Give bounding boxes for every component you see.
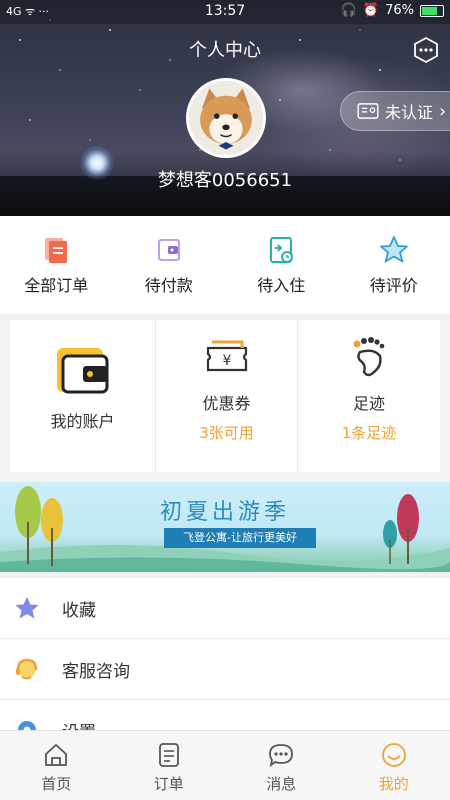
- wallet-icon: [157, 239, 180, 261]
- banner-title: 初夏出游季: [159, 500, 290, 525]
- bottom-tab-bar: 首页 订单 消息 我的: [0, 730, 450, 800]
- more-button[interactable]: [412, 36, 440, 64]
- coupons-button[interactable]: ¥ 优惠券 3张可用: [156, 320, 298, 472]
- headset-icon: [16, 658, 38, 680]
- order-pending-payment-label: 待付款: [144, 276, 193, 295]
- customer-service-label: 客服咨询: [62, 661, 130, 682]
- order-pending-review-label: 待评价: [369, 276, 418, 295]
- profile-page: 4G ᯤ ··· 13:57 🎧 ⏰ 76% 个人中心 未认证 › 梦想客005…: [0, 0, 450, 800]
- profile-header: 4G ᯤ ··· 13:57 🎧 ⏰ 76% 个人中心 未认证 › 梦想客005…: [0, 0, 450, 216]
- tab-home[interactable]: 首页: [0, 731, 113, 800]
- promo-banner[interactable]: 初夏出游季: [0, 482, 450, 572]
- banner-tagline: 飞登公寓-让旅行更美好: [164, 528, 316, 548]
- status-bar: 4G ᯤ ··· 13:57 🎧 ⏰ 76%: [0, 0, 450, 24]
- order-pending-payment-button[interactable]: 待付款: [113, 216, 226, 314]
- order-pending-review-button[interactable]: 待评价: [338, 216, 450, 314]
- svg-text:¥: ¥: [222, 353, 231, 369]
- message-icon: [269, 744, 294, 768]
- tab-mine-label: 我的: [378, 775, 409, 793]
- star-outline-icon: [379, 236, 408, 263]
- home-icon: [45, 744, 68, 766]
- tab-messages[interactable]: 消息: [225, 731, 338, 800]
- hexagon-more-icon: [414, 36, 438, 64]
- footprint-label: 足迹: [352, 394, 385, 413]
- battery-percent: 76%: [385, 3, 414, 18]
- order-pending-checkin-button[interactable]: 待入住: [225, 216, 338, 314]
- checkin-icon: [270, 237, 294, 263]
- order-icon: [158, 743, 179, 767]
- coupons-count: 3张可用: [199, 424, 254, 442]
- tab-messages-label: 消息: [266, 775, 297, 793]
- account-wallet-icon: [56, 348, 108, 394]
- order-all-label: 全部订单: [24, 276, 89, 295]
- favorites-label: 收藏: [62, 600, 96, 621]
- battery-icon: [420, 4, 444, 17]
- username: 梦想客0056651: [157, 170, 293, 191]
- footprint-button[interactable]: 足迹 1条足迹: [298, 320, 440, 472]
- coupons-label: 优惠券: [202, 394, 251, 413]
- order-shortcuts: 全部订单 待付款 待入住 待评价: [0, 216, 450, 314]
- alarm-icon: ⏰: [362, 3, 380, 18]
- coupon-ticket-icon: ¥: [206, 340, 247, 372]
- chevron-right-icon: ›: [439, 100, 447, 122]
- document-icon: [45, 238, 68, 263]
- page-title: 个人中心: [189, 40, 261, 61]
- order-all-button[interactable]: 全部订单: [0, 216, 113, 314]
- list-item-favorites[interactable]: 收藏: [0, 578, 450, 639]
- shiba-dog-avatar-icon: [189, 81, 263, 155]
- verify-label: 未认证: [385, 103, 434, 122]
- avatar[interactable]: [186, 78, 266, 158]
- smile-icon: [381, 743, 406, 767]
- verify-status-button[interactable]: 未认证 ›: [340, 91, 450, 131]
- my-account-label: 我的账户: [50, 412, 115, 431]
- tab-mine[interactable]: 我的: [338, 731, 450, 800]
- tab-orders-label: 订单: [153, 775, 184, 793]
- tab-home-label: 首页: [41, 775, 72, 793]
- order-pending-checkin-label: 待入住: [257, 276, 306, 295]
- my-account-button[interactable]: 我的账户: [10, 320, 156, 472]
- status-right: 🎧 ⏰ 76%: [341, 3, 444, 18]
- list-item-customer-service[interactable]: 客服咨询: [0, 639, 450, 700]
- tab-orders[interactable]: 订单: [113, 731, 226, 800]
- battery-level: [422, 6, 438, 15]
- account-panel: 我的账户 ¥ 优惠券 3张可用 足迹 1条足迹: [10, 320, 440, 472]
- footprint-count: 1条足迹: [341, 424, 397, 442]
- footprint-icon: [353, 337, 385, 377]
- headphone-icon: 🎧: [340, 3, 357, 18]
- id-card-icon: [357, 103, 379, 119]
- star-icon: [15, 597, 39, 619]
